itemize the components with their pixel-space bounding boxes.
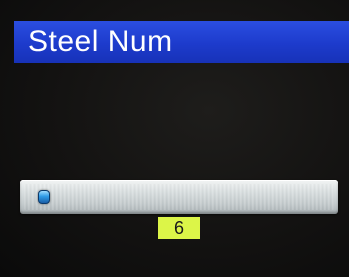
title-bar: Steel Num <box>14 21 349 63</box>
device-screen: Steel Num 6 <box>0 0 349 277</box>
slider-value-display: 6 <box>158 217 200 239</box>
slider-thumb[interactable] <box>38 190 50 204</box>
steel-num-slider[interactable] <box>20 180 338 214</box>
page-title: Steel Num <box>28 25 173 58</box>
